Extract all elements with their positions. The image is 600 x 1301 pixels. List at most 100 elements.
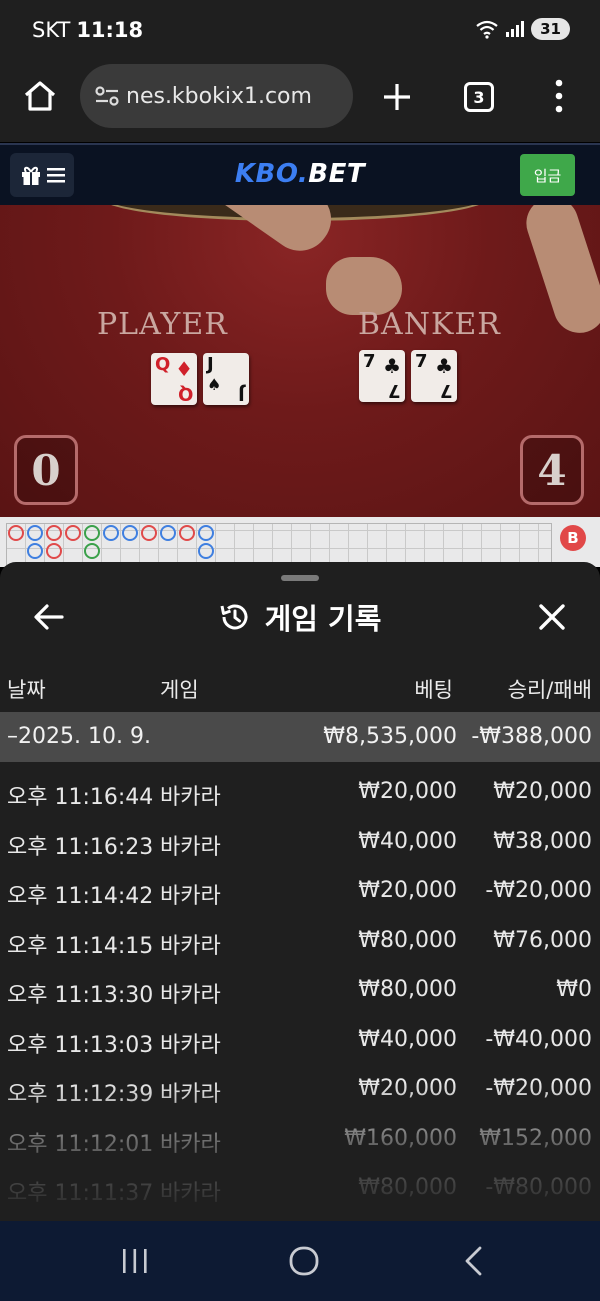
clock: 11:18 — [76, 18, 144, 42]
table-row[interactable]: 오후 11:14:15 바카라 ₩80,000 ₩76,000 — [0, 914, 600, 964]
player-card-1: Q ♦ Q — [151, 353, 197, 405]
banker-card-1: 7 ♣ 7 — [359, 350, 405, 402]
row-game: 바카라 — [160, 1181, 221, 1206]
road-dot-banker — [179, 525, 195, 541]
card-rank-inverted: Q — [177, 383, 193, 404]
browser-toolbar: nes.kbokix1.com 3 — [0, 62, 600, 142]
more-vert-icon[interactable] — [552, 78, 566, 114]
table-row[interactable]: 오후 11:11:37 바카라 ₩80,000 -₩80,000 — [0, 1161, 600, 1211]
row-result: ₩76,000 — [493, 927, 592, 953]
circle-home-icon[interactable] — [288, 1245, 320, 1277]
url-text[interactable]: nes.kbokix1.com — [126, 84, 312, 109]
row-bet: ₩20,000 — [358, 1076, 457, 1101]
close-icon[interactable] — [535, 600, 569, 634]
recents-icon[interactable] — [120, 1247, 150, 1275]
system-nav-bar — [0, 1221, 600, 1301]
site-header: KBO.BET 입금 — [0, 143, 600, 205]
row-result: ₩0 — [556, 977, 592, 1002]
road-dot-banker — [65, 525, 81, 541]
row-bet: ₩20,000 — [358, 878, 457, 903]
card-suit: ♣ — [383, 354, 401, 378]
row-time: 오후 11:16:44 — [7, 785, 154, 810]
game-history-sheet: 게임 기록 날짜 게임 베팅 승리/패배 –2025. 10. 9. ₩8,53… — [0, 562, 600, 1222]
row-result: -₩20,000 — [485, 878, 592, 903]
row-time: 오후 11:14:15 — [7, 933, 154, 959]
table-row[interactable]: 오후 11:12:39 바카라 ₩20,000 -₩20,000 — [0, 1062, 600, 1112]
home-icon[interactable] — [22, 78, 58, 114]
road-dot-player — [160, 525, 176, 541]
table-row[interactable]: 오후 11:13:30 바카라 ₩80,000 ₩0 — [0, 963, 600, 1013]
wifi-icon — [476, 20, 498, 39]
row-result: ₩38,000 — [493, 828, 592, 854]
row-result: -₩80,000 — [485, 1175, 592, 1200]
table-row[interactable]: 오후 11:13:03 바카라 ₩40,000 -₩40,000 — [0, 1013, 600, 1063]
table-row[interactable]: 오후 11:16:44 바카라 ₩20,000 ₩20,000 — [0, 765, 600, 815]
road-dot-player — [27, 543, 43, 559]
table-row[interactable]: 오후 11:16:23 바카라 ₩40,000 ₩38,000 — [0, 815, 600, 865]
bead-road-grid — [6, 523, 552, 567]
row-bet: ₩80,000 — [358, 1175, 457, 1200]
road-dot-banker — [46, 543, 62, 559]
row-game: 바카라 — [160, 1082, 221, 1107]
road-dot-banker — [141, 525, 157, 541]
drag-handle[interactable] — [281, 575, 319, 581]
road-dot-player — [27, 525, 43, 541]
history-rows: 오후 11:16:44 바카라 ₩20,000 ₩20,000 오후 11:16:23… — [0, 765, 600, 1211]
carrier-label: SKT — [32, 18, 71, 42]
row-bet: ₩20,000 — [358, 779, 457, 804]
row-time: 오후 11:12:39 — [7, 1082, 154, 1107]
address-bar[interactable]: nes.kbokix1.com — [80, 64, 353, 128]
history-icon — [220, 604, 248, 630]
live-baccarat-video: PLAYER BANKER Q ♦ Q J ♠ J 7 ♣ 7 7 ♣ 7 0 … — [0, 205, 600, 517]
road-dot-player — [103, 525, 119, 541]
row-bet: ₩40,000 — [358, 1026, 457, 1052]
status-bar: SKT 11:18 31 — [0, 0, 600, 62]
chevron-left-icon[interactable] — [462, 1245, 484, 1277]
row-time: 오후 11:13:30 — [7, 983, 154, 1008]
banker-ask-badge[interactable]: B — [560, 525, 586, 551]
tab-count: 3 — [473, 87, 485, 107]
card-rank: 7 — [363, 351, 376, 372]
table-row[interactable]: 오후 11:14:42 바카라 ₩20,000 -₩20,000 — [0, 864, 600, 914]
row-result: ₩20,000 — [493, 779, 592, 804]
battery-badge: 31 — [531, 18, 570, 40]
column-header-bet: 베팅 — [414, 678, 453, 702]
column-header-result: 승리/패배 — [507, 678, 592, 702]
deposit-button[interactable]: 입금 — [520, 154, 575, 196]
row-time: 오후 11:12:01 — [7, 1131, 154, 1157]
tune-icon[interactable] — [94, 85, 120, 107]
banker-label: BANKER — [358, 307, 501, 342]
date-group-row[interactable]: –2025. 10. 9. ₩8,535,000 -₩388,000 — [0, 712, 600, 762]
card-rank-inverted: 7 — [440, 380, 453, 401]
player-label: PLAYER — [97, 307, 228, 342]
row-bet: ₩160,000 — [344, 1125, 457, 1151]
card-rank: Q — [155, 354, 171, 375]
player-card-2: J ♠ J — [203, 353, 249, 405]
table-row[interactable]: 오후 11:12:01 바카라 ₩160,000 ₩152,000 — [0, 1112, 600, 1162]
player-score: 0 — [14, 435, 78, 505]
row-bet: ₩80,000 — [358, 977, 457, 1002]
road-dot-tie — [84, 543, 100, 559]
road-dot-player — [198, 543, 214, 559]
row-bet: ₩80,000 — [358, 927, 457, 953]
card-suit: ♦ — [175, 357, 193, 381]
title-text: 게임 기록 — [264, 602, 382, 636]
row-game: 바카라 — [160, 884, 221, 909]
row-game: 바카라 — [160, 1032, 221, 1058]
plus-icon[interactable] — [380, 80, 414, 114]
tab-switcher-button[interactable]: 3 — [464, 82, 494, 112]
row-game: 바카라 — [160, 1131, 221, 1157]
row-game: 바카라 — [160, 933, 221, 959]
road-dot-banker — [46, 525, 62, 541]
row-bet: ₩40,000 — [358, 828, 457, 854]
logo-kbo: KBO. — [234, 159, 309, 189]
roadmap-strip[interactable]: B — [0, 517, 600, 567]
column-header-game: 게임 — [160, 678, 199, 702]
row-time: 오후 11:11:37 — [7, 1181, 154, 1206]
site-logo[interactable]: KBO.BET — [0, 159, 600, 189]
logo-bet: BET — [308, 159, 366, 189]
column-header-date: 날짜 — [7, 678, 46, 702]
row-result: -₩20,000 — [485, 1076, 592, 1101]
status-left: SKT 11:18 — [32, 18, 143, 42]
card-suit: ♣ — [435, 354, 453, 378]
